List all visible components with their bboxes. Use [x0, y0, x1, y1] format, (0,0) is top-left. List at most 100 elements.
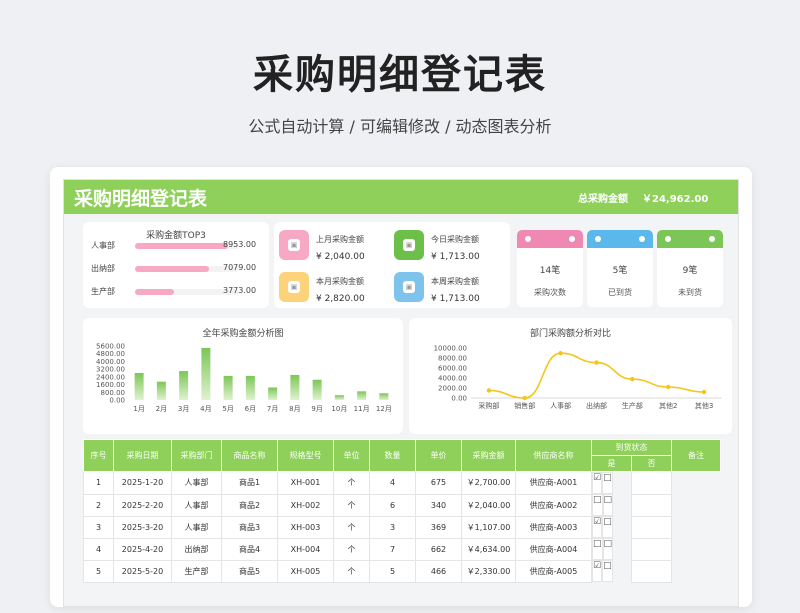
table-cell-product[interactable]: 商品3	[221, 515, 278, 539]
table-cell-date[interactable]: 2025-3-20	[113, 515, 172, 539]
table-cell-spec[interactable]: XH-003	[277, 515, 334, 539]
table-cell-amount[interactable]: ￥1,107.00	[461, 515, 516, 539]
line-point[interactable]	[486, 388, 492, 393]
col-header[interactable]: 单位	[333, 439, 370, 472]
table-row[interactable]: 2 2025-2-20 人事部 商品2 XH-002 个 6 340 ￥2,040.00 供应商-…	[83, 493, 721, 517]
table-cell-dept[interactable]: 人事部	[171, 515, 222, 539]
table-cell-dept[interactable]: 生产部	[171, 559, 222, 583]
table-row[interactable]: 4 2025-4-20 出纳部 商品4 XH-004 个 7 662 ￥4,634.00 供应商-…	[83, 537, 721, 561]
table-cell-product[interactable]: 商品5	[221, 559, 278, 583]
table-cell-amount[interactable]: ￥2,700.00	[461, 471, 516, 495]
table-cell-supplier[interactable]: 供应商-A001	[515, 471, 592, 495]
table-cell-spec[interactable]: XH-004	[277, 537, 334, 561]
line-point[interactable]	[594, 360, 599, 365]
table-cell-no-mark[interactable]: □	[602, 516, 613, 538]
table-row[interactable]: 5 2025-5-20 生产部 商品5 XH-005 个 5 466 ￥2,330.00 供应商-…	[83, 559, 721, 583]
table-cell-price[interactable]: 675	[415, 471, 462, 495]
bar[interactable]	[357, 391, 367, 400]
col-header[interactable]: 单价	[415, 439, 462, 472]
col-header[interactable]: 备注	[671, 439, 721, 472]
bar[interactable]	[201, 347, 211, 400]
table-cell-dept[interactable]: 人事部	[171, 493, 222, 517]
table-cell-spec[interactable]: XH-001	[277, 471, 334, 495]
col-header[interactable]: 供应商名称	[515, 439, 592, 472]
table-cell-qty[interactable]: 4	[369, 471, 416, 495]
bar[interactable]	[268, 387, 278, 400]
table-cell-remark[interactable]	[631, 559, 672, 583]
table-cell-product[interactable]: 商品2	[221, 493, 278, 517]
line-point[interactable]	[666, 384, 671, 390]
table-row[interactable]: 1 2025-1-20 人事部 商品1 XH-001 个 4 675 ￥2,700.00 供应商-…	[83, 471, 721, 495]
col-header[interactable]: 商品名称	[221, 439, 278, 472]
table-cell-price[interactable]: 662	[415, 537, 462, 561]
table-cell-no[interactable]: 4	[83, 537, 114, 561]
bar[interactable]	[179, 371, 189, 400]
table-cell-no-mark[interactable]: □	[602, 560, 613, 582]
table-cell-yes[interactable]: □	[592, 538, 603, 560]
table-cell-yes[interactable]: ☑	[592, 560, 603, 582]
table-cell-price[interactable]: 340	[415, 493, 462, 517]
table-cell-unit[interactable]: 个	[333, 471, 370, 495]
bar[interactable]	[223, 375, 233, 400]
table-cell-qty[interactable]: 7	[369, 537, 416, 561]
table-cell-date[interactable]: 2025-5-20	[113, 559, 172, 583]
col-header[interactable]: 采购日期	[113, 439, 172, 472]
col-subheader-no[interactable]: 否	[631, 455, 672, 472]
table-cell-yes[interactable]: ☑	[592, 472, 603, 494]
table-cell-remark[interactable]	[631, 493, 672, 517]
table-cell-no-mark[interactable]: □	[602, 538, 614, 560]
table-cell-amount[interactable]: ￥2,040.00	[461, 493, 516, 517]
table-cell-qty[interactable]: 6	[369, 493, 416, 517]
table-cell-supplier[interactable]: 供应商-A005	[515, 559, 592, 583]
bar[interactable]	[134, 373, 144, 400]
col-subheader-yes[interactable]: 是	[591, 455, 632, 472]
table-cell-supplier[interactable]: 供应商-A003	[515, 515, 592, 539]
table-cell-no[interactable]: 3	[83, 515, 114, 539]
table-cell-remark[interactable]	[631, 537, 672, 561]
col-header[interactable]: 规格型号	[277, 439, 334, 472]
table-cell-no[interactable]: 2	[83, 493, 114, 517]
table-cell-supplier[interactable]: 供应商-A004	[515, 537, 592, 561]
table-cell-spec[interactable]: XH-002	[277, 493, 334, 517]
table-row[interactable]: 3 2025-3-20 人事部 商品3 XH-003 个 3 369 ￥1,107.00 供应商-…	[83, 515, 721, 539]
table-cell-qty[interactable]: 5	[369, 559, 416, 583]
col-header[interactable]: 采购部门	[171, 439, 222, 472]
table-cell-dept[interactable]: 人事部	[171, 471, 222, 495]
table-cell-amount[interactable]: ￥4,634.00	[461, 537, 516, 561]
table-cell-unit[interactable]: 个	[333, 559, 370, 583]
table-cell-unit[interactable]: 个	[333, 515, 370, 539]
table-cell-unit[interactable]: 个	[333, 537, 370, 561]
col-header[interactable]: 采购金额	[461, 439, 516, 472]
bar[interactable]	[379, 393, 389, 400]
table-cell-price[interactable]: 369	[415, 515, 462, 539]
table-cell-date[interactable]: 2025-4-20	[113, 537, 172, 561]
table-cell-no[interactable]: 1	[83, 471, 114, 495]
table-cell-date[interactable]: 2025-1-20	[113, 471, 172, 495]
bar[interactable]	[312, 379, 322, 400]
table-cell-remark[interactable]	[631, 471, 672, 495]
table-cell-amount[interactable]: ￥2,330.00	[461, 559, 516, 583]
table-cell-price[interactable]: 466	[415, 559, 462, 583]
line-point[interactable]	[558, 351, 563, 356]
table-cell-spec[interactable]: XH-005	[277, 559, 334, 583]
table-cell-yes[interactable]: □	[592, 494, 603, 516]
table-cell-remark[interactable]	[631, 515, 672, 539]
line-point[interactable]	[522, 395, 527, 401]
col-header[interactable]: 数量	[369, 439, 416, 472]
col-header[interactable]: 序号	[83, 439, 114, 472]
bar[interactable]	[156, 381, 166, 400]
bar[interactable]	[290, 374, 300, 400]
table-cell-product[interactable]: 商品1	[221, 471, 278, 495]
line-point[interactable]	[630, 376, 635, 382]
table-cell-dept[interactable]: 出纳部	[171, 537, 222, 561]
table-cell-no-mark[interactable]: □	[602, 494, 614, 516]
table-cell-qty[interactable]: 3	[369, 515, 416, 539]
line-point[interactable]	[701, 389, 707, 395]
table-cell-yes[interactable]: ☑	[592, 516, 603, 538]
table-cell-date[interactable]: 2025-2-20	[113, 493, 172, 517]
col-header-arrival-status[interactable]: 到货状态	[591, 439, 672, 456]
bar[interactable]	[245, 375, 255, 400]
table-cell-no-mark[interactable]: □	[602, 472, 613, 494]
table-cell-unit[interactable]: 个	[333, 493, 370, 517]
table-cell-no[interactable]: 5	[83, 559, 114, 583]
